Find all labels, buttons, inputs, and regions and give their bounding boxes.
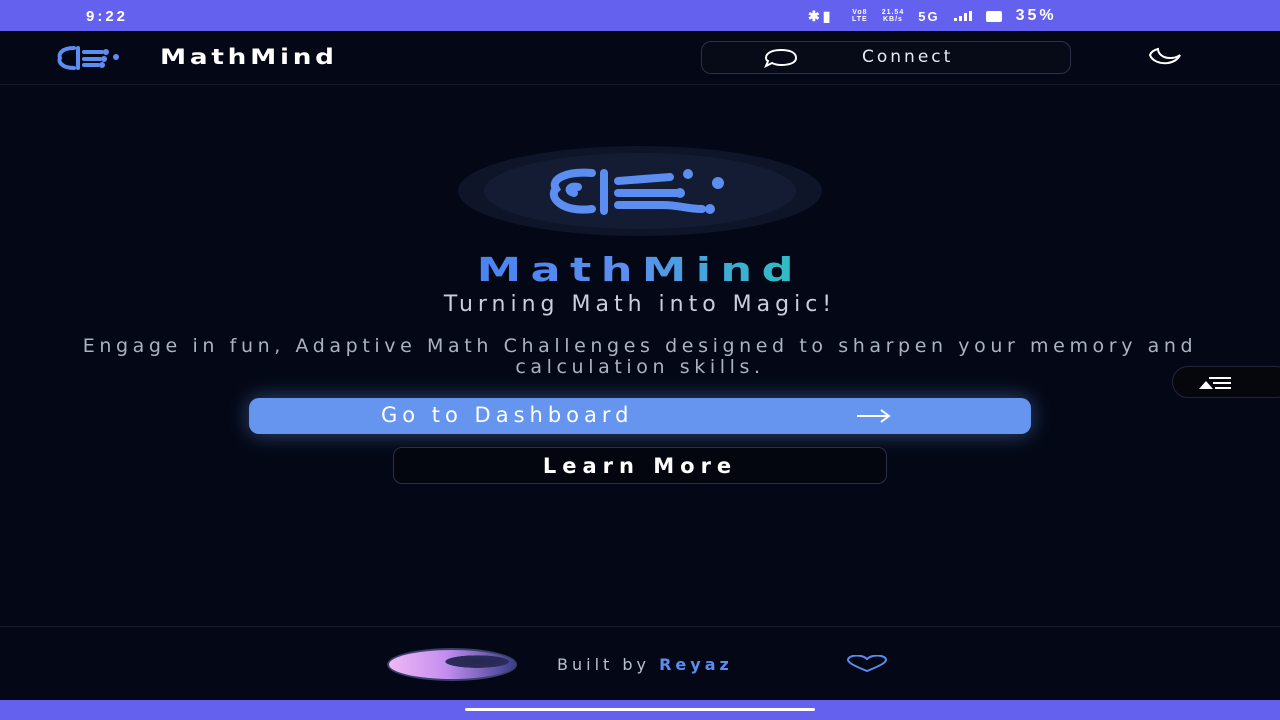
- volte-indicator: Vo8 LTE: [852, 9, 868, 23]
- hero-title: MathMind: [0, 250, 1280, 289]
- floating-menu-button[interactable]: [1172, 366, 1280, 398]
- learn-more-button[interactable]: Learn More: [393, 447, 887, 484]
- built-by-label: Built by: [557, 655, 650, 674]
- status-icons: ✱▮ Vo8 LTE 21.54 KB/s 5G 35%: [808, 7, 1057, 25]
- system-nav-bar: [0, 700, 1280, 720]
- battery-percent: 35%: [1015, 7, 1057, 24]
- learn-more-label: Learn More: [542, 454, 738, 478]
- network-speed: 21.54 KB/s: [882, 9, 905, 23]
- floating-menu-icon: [1199, 377, 1231, 389]
- hero-title-text: MathMind: [476, 250, 804, 289]
- arrow-right-icon[interactable]: [855, 408, 893, 424]
- moon-icon[interactable]: [1140, 47, 1186, 67]
- brain-logo-icon-large: [550, 168, 724, 215]
- top-navbar: MathMind Connect: [0, 31, 1280, 85]
- brand-name[interactable]: MathMind: [160, 45, 338, 69]
- chat-bubble-icon: [764, 48, 798, 68]
- speed-value: 21.54: [881, 9, 905, 16]
- status-bar: 9:22 ✱▮ Vo8 LTE 21.54 KB/s 5G 35%: [0, 0, 1280, 31]
- battery-icon: [985, 10, 1002, 22]
- volte-bottom: LTE: [852, 16, 868, 23]
- brain-logo-icon[interactable]: [54, 44, 124, 72]
- bluetooth-icon: ✱▮: [808, 7, 834, 24]
- author-link[interactable]: Reyaz: [659, 655, 733, 674]
- speed-unit: KB/s: [882, 16, 903, 23]
- network-type: 5G: [918, 8, 940, 24]
- author-avatar[interactable]: [387, 648, 517, 681]
- built-by-text: Built by Reyaz: [557, 655, 733, 674]
- go-to-dashboard-label[interactable]: Go to Dashboard: [381, 403, 634, 427]
- connect-button[interactable]: Connect: [701, 41, 1071, 74]
- volte-top: Vo8: [852, 9, 868, 16]
- connect-label: Connect: [862, 47, 954, 67]
- footer: Built by Reyaz: [0, 626, 1280, 700]
- hero-description: Engage in fun, Adaptive Math Challenges …: [82, 335, 1198, 378]
- go-to-dashboard-button[interactable]: [249, 398, 1031, 434]
- signal-icon: [953, 11, 972, 21]
- status-time: 9:22: [86, 8, 129, 25]
- heart-icon: [847, 655, 887, 673]
- hero-subtitle: Turning Math into Magic!: [443, 292, 837, 317]
- home-indicator[interactable]: [465, 708, 815, 711]
